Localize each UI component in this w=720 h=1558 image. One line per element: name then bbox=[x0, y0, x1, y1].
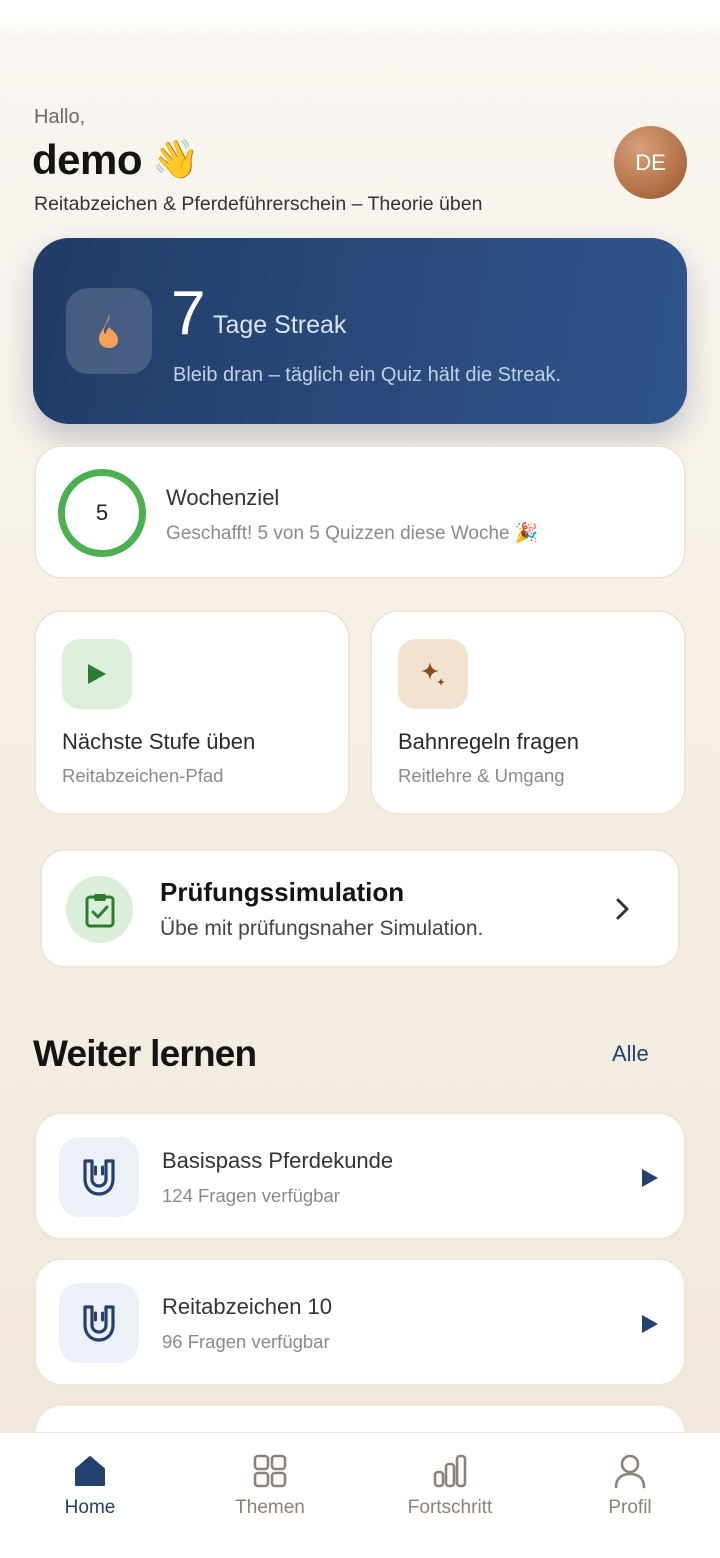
play-icon[interactable] bbox=[639, 1312, 661, 1336]
goal-title: Wochenziel bbox=[166, 485, 280, 510]
streak-hint: Bleib dran – täglich ein Quiz hält die S… bbox=[173, 364, 561, 386]
sparkle-icon-box bbox=[398, 639, 468, 709]
streak-card[interactable]: 7 Tage Streak Bleib dran – täglich ein Q… bbox=[33, 238, 687, 424]
list-icon-box bbox=[59, 1283, 139, 1363]
list-item-title: Reitabzeichen 10 bbox=[162, 1294, 333, 1319]
sparkle-icon bbox=[421, 662, 445, 686]
user-icon bbox=[614, 1454, 646, 1489]
next-level-card[interactable]: Nächste Stufe üben Reitabzeichen-Pfad bbox=[34, 610, 350, 815]
list-icon-box bbox=[59, 1137, 139, 1217]
exam-title: Prüfungssimulation bbox=[160, 877, 405, 907]
next-level-subtitle: Reitabzeichen-Pfad bbox=[62, 765, 224, 786]
bar-chart-icon bbox=[433, 1454, 467, 1488]
nav-label-home: Home bbox=[64, 1497, 116, 1518]
clipboard-check-icon bbox=[85, 893, 114, 927]
nav-item-fortschritt[interactable]: Fortschritt bbox=[360, 1433, 540, 1558]
exam-simulation-card[interactable]: Prüfungssimulation Übe mit prüfungsnaher… bbox=[40, 849, 680, 968]
greeting-text: Hallo, bbox=[34, 106, 86, 128]
streak-count: 7 bbox=[171, 279, 206, 348]
nav-item-home[interactable]: Home bbox=[0, 1433, 180, 1558]
see-all-link[interactable]: Alle bbox=[612, 1041, 649, 1067]
streak-label: Tage Streak bbox=[213, 311, 347, 339]
list-item-subtitle: 96 Fragen verfügbar bbox=[162, 1331, 330, 1352]
track-rules-title: Bahnregeln fragen bbox=[398, 729, 580, 754]
list-item-title: Basispass Pferdekunde bbox=[162, 1148, 394, 1173]
horseshoe-icon bbox=[83, 1305, 115, 1342]
username-text: demo bbox=[32, 136, 143, 183]
list-item[interactable]: Reitabzeichen 10 96 Fragen verfügbar bbox=[34, 1258, 686, 1386]
flame-icon bbox=[99, 314, 118, 348]
play-icon[interactable] bbox=[639, 1166, 661, 1190]
nav-label-fortschritt: Fortschritt bbox=[407, 1497, 493, 1518]
home-icon bbox=[75, 1456, 105, 1486]
nav-item-themen[interactable]: Themen bbox=[180, 1433, 360, 1558]
horseshoe-icon bbox=[83, 1159, 115, 1196]
nav-label-themen: Themen bbox=[235, 1497, 305, 1518]
streak-icon-box bbox=[66, 288, 152, 374]
track-rules-subtitle: Reitlehre & Umgang bbox=[398, 765, 565, 786]
goal-value: 5 bbox=[95, 500, 109, 525]
next-level-title: Nächste Stufe üben bbox=[62, 729, 256, 754]
play-icon bbox=[88, 664, 106, 684]
nav-item-profil[interactable]: Profil bbox=[540, 1433, 720, 1558]
exam-icon-circle bbox=[66, 876, 133, 943]
play-icon-box bbox=[62, 639, 132, 709]
exam-subtitle: Übe mit prüfungsnaher Simulation. bbox=[160, 917, 484, 940]
grid-icon bbox=[253, 1454, 287, 1488]
track-rules-card[interactable]: Bahnregeln fragen Reitlehre & Umgang bbox=[370, 610, 686, 815]
username-heading: demo 👋 bbox=[32, 136, 199, 184]
list-item[interactable]: Basispass Pferdekunde 124 Fragen verfügb… bbox=[34, 1112, 686, 1240]
nav-label-profil: Profil bbox=[608, 1497, 652, 1518]
section-title: Weiter lernen bbox=[33, 1033, 257, 1074]
bottom-nav: Home Themen Fortschritt Profil bbox=[0, 1432, 720, 1558]
wave-emoji-icon: 👋 bbox=[152, 139, 199, 181]
app-subtitle: Reitabzeichen & Pferdeführerschein – The… bbox=[34, 193, 483, 215]
goal-progress-ring: 5 bbox=[58, 469, 146, 557]
list-item-subtitle: 124 Fragen verfügbar bbox=[162, 1185, 340, 1206]
weekly-goal-card[interactable]: 5 Wochenziel Geschafft! 5 von 5 Quizzen … bbox=[34, 445, 686, 579]
goal-subtitle: Geschafft! 5 von 5 Quizzen diese Woche 🎉 bbox=[166, 523, 539, 544]
avatar[interactable]: DE bbox=[614, 126, 687, 199]
avatar-initials: DE bbox=[635, 149, 666, 175]
chevron-right-icon bbox=[616, 898, 629, 920]
